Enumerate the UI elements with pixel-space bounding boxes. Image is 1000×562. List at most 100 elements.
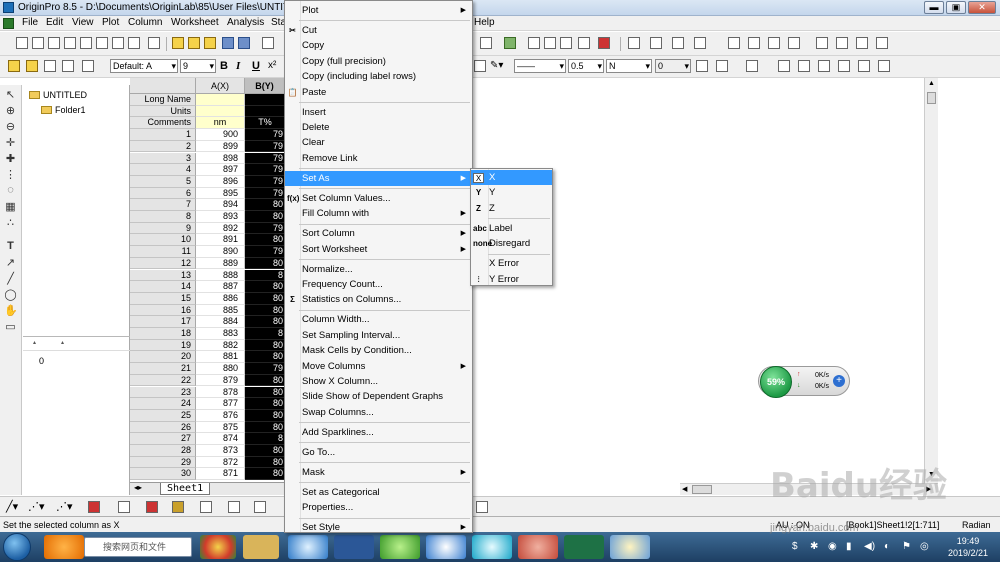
new-notes-icon[interactable] <box>128 37 140 49</box>
template-plot-icon[interactable] <box>254 501 266 513</box>
hand-tool-icon[interactable]: ✋ <box>4 304 18 317</box>
save-project-icon[interactable] <box>222 37 234 49</box>
open-excel-icon[interactable] <box>204 37 216 49</box>
taskbar-app-icon-1[interactable] <box>44 535 84 559</box>
menu-item-set-sampling-interval[interactable]: Set Sampling Interval... <box>285 328 472 343</box>
line-width-select[interactable]: 0.5 <box>568 59 604 73</box>
taskbar-app-icon-4[interactable] <box>426 535 466 559</box>
menu-item-go-to[interactable]: Go To... <box>285 445 472 460</box>
cell-b[interactable]: 79 <box>245 129 285 141</box>
statistics-plot-icon[interactable] <box>146 501 158 513</box>
cell-a[interactable]: 890 <box>196 246 245 258</box>
menu-item-move-columns[interactable]: Move Columns ▶ <box>285 359 472 374</box>
open-icon[interactable] <box>172 37 184 49</box>
menu-item-sort-column[interactable]: Sort Column ▶ <box>285 226 472 241</box>
mask-tool-icon[interactable]: ▦ <box>4 200 17 213</box>
arrow-tool-icon[interactable]: ↗ <box>4 256 17 269</box>
cell-a[interactable]: 883 <box>196 328 245 340</box>
save-window-icon[interactable] <box>238 37 250 49</box>
cell-b[interactable]: 8 <box>245 328 285 340</box>
row-number[interactable]: 5 <box>130 175 196 188</box>
toolbar-icon-j[interactable] <box>816 37 828 49</box>
cell-b[interactable]: 80 <box>245 468 285 481</box>
cell-b[interactable]: 80 <box>245 292 285 305</box>
row-number[interactable]: 16 <box>130 304 196 317</box>
line-color-icon[interactable]: ✎▾ <box>490 60 503 71</box>
screen-reader-icon[interactable]: ✛ <box>4 136 17 149</box>
toolbar-icon-g[interactable] <box>748 37 760 49</box>
menu-item-properties[interactable]: Properties... <box>285 500 472 515</box>
ellipse-tool-icon[interactable]: ◯ <box>4 288 17 301</box>
row-number[interactable]: 29 <box>130 456 196 469</box>
column-b-header[interactable]: B(Y) <box>245 78 285 94</box>
volume-icon[interactable]: ◀) <box>864 541 875 552</box>
menu-worksheet[interactable]: Worksheet <box>171 17 219 28</box>
origin-taskbar-icon[interactable] <box>518 535 558 559</box>
row-number[interactable]: 12 <box>130 257 196 270</box>
menu-item-plot[interactable]: Plot ▶ <box>285 3 472 18</box>
menu-analysis[interactable]: Analysis <box>227 17 264 28</box>
menu-item-mask[interactable]: Mask ▶ <box>285 465 472 480</box>
data-reader-icon[interactable]: ✚ <box>4 152 17 165</box>
area-plot-icon[interactable] <box>118 501 130 513</box>
toolbar-icon-q[interactable] <box>696 60 708 72</box>
cell-a[interactable]: 898 <box>196 152 245 165</box>
tray-icon-4[interactable]: ⚑ <box>902 541 911 552</box>
tab-scroll-icon[interactable]: ◂▸ <box>134 483 142 492</box>
row-number[interactable]: 10 <box>130 234 196 247</box>
toolbar-icon-c[interactable] <box>650 37 662 49</box>
line-plot-icon[interactable]: ╱▾ <box>6 500 18 513</box>
menu-item-copy-full-precision[interactable]: Copy (full precision) <box>285 54 472 69</box>
cell-a[interactable]: 875 <box>196 421 245 434</box>
cell-a[interactable]: 872 <box>196 456 245 469</box>
cell-a[interactable]: 888 <box>196 269 245 282</box>
toolbar-icon-m[interactable] <box>876 37 888 49</box>
new-layout-icon[interactable] <box>112 37 124 49</box>
line-style-select[interactable]: —— <box>514 59 566 73</box>
set-as-item-y-error[interactable]: Y Error ⫶ <box>471 272 552 287</box>
toolbar-icon-n[interactable] <box>44 60 56 72</box>
row-number[interactable]: 7 <box>130 199 196 211</box>
menu-item-set-style[interactable]: Set Style ▶ <box>285 520 472 535</box>
row-number[interactable]: 30 <box>130 468 196 481</box>
toolbar-icon-l[interactable] <box>856 37 868 49</box>
toolbar-icon-r[interactable] <box>716 60 728 72</box>
row-number[interactable]: 27 <box>130 433 196 445</box>
toolbar-icon-w[interactable] <box>858 60 870 72</box>
toolbar-icon-d[interactable] <box>672 37 684 49</box>
menu-item-show-x-column[interactable]: Show X Column... <box>285 374 472 389</box>
font-size-select[interactable]: 9 <box>180 59 216 73</box>
cell-a[interactable]: 893 <box>196 211 245 223</box>
results-log-icon[interactable] <box>528 37 540 49</box>
row-number[interactable]: 28 <box>130 445 196 457</box>
taskbar-app-icon-5[interactable] <box>472 535 512 559</box>
explorer-divider[interactable] <box>23 336 130 337</box>
start-button[interactable] <box>3 533 31 561</box>
corner-cell[interactable] <box>130 78 196 94</box>
project-explorer-icon[interactable] <box>504 37 516 49</box>
row-number[interactable]: 11 <box>130 246 196 258</box>
menu-item-copy-including-label-rows[interactable]: Copy (including label rows) <box>285 69 472 84</box>
draw-data-icon[interactable]: ∴ <box>4 216 17 229</box>
row-number[interactable]: 14 <box>130 281 196 293</box>
zoom-in-icon[interactable]: ⊕ <box>4 104 17 117</box>
meta-cell-a[interactable]: nm <box>196 117 245 130</box>
menu-item-mask-cells-by-condition[interactable]: Mask Cells by Condition... <box>285 343 472 358</box>
column-plot-icon[interactable] <box>88 501 100 513</box>
menu-item-set-as-categorical[interactable]: Set as Categorical <box>285 485 472 500</box>
cell-a[interactable]: 882 <box>196 339 245 352</box>
cell-a[interactable]: 884 <box>196 316 245 328</box>
menu-item-insert[interactable]: Insert <box>285 105 472 120</box>
toolbar-icon-k[interactable] <box>836 37 848 49</box>
toolbar-icon-x[interactable] <box>878 60 890 72</box>
set-as-item-label[interactable]: Label abc <box>471 221 552 236</box>
import-icon[interactable] <box>262 37 274 49</box>
explorer-icon[interactable] <box>243 535 279 559</box>
menu-file[interactable]: File <box>22 17 38 28</box>
row-number[interactable]: 17 <box>130 316 196 328</box>
explorer-list-value[interactable]: 0 <box>39 356 44 366</box>
command-window-icon[interactable] <box>544 37 556 49</box>
text-tool-icon[interactable]: T <box>4 240 17 252</box>
superscript-icon[interactable]: x² <box>268 60 276 71</box>
menu-item-normalize[interactable]: Normalize... <box>285 262 472 277</box>
